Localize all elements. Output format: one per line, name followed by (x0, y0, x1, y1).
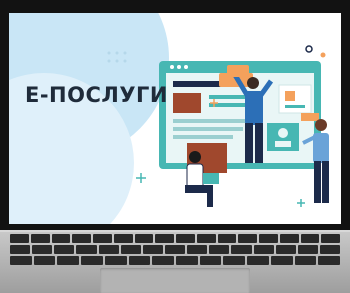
chat-bubble-icon (227, 65, 249, 77)
e-services-illustration (107, 45, 329, 207)
touchpad (100, 268, 250, 293)
laptop-screen: Е-ПОСЛУГИ (9, 13, 341, 224)
laptop-lid: Е-ПОСЛУГИ (0, 0, 350, 232)
dot-decor (320, 52, 326, 58)
key-row (10, 256, 341, 265)
key-row (10, 245, 341, 254)
key-row (10, 234, 340, 243)
laptop-scene: Е-ПОСЛУГИ (0, 0, 350, 293)
ring-decor (305, 45, 313, 53)
sparkle-icon (136, 173, 305, 207)
dot-pattern (107, 51, 127, 63)
keyboard (10, 234, 341, 268)
page-title: Е-ПОСЛУГИ (25, 83, 168, 107)
